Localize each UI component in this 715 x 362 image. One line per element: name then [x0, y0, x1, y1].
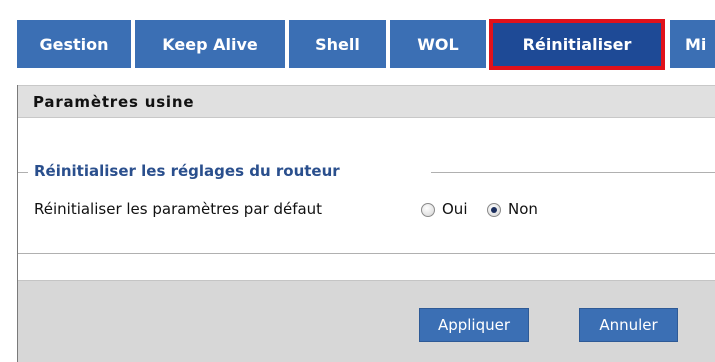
fieldset-border-left — [18, 172, 28, 173]
fieldset-border-bottom — [18, 253, 715, 254]
tab-keep-alive[interactable]: Keep Alive — [135, 20, 285, 68]
apply-button[interactable]: Appliquer — [419, 308, 529, 342]
section-title: Réinitialiser les réglages du routeur — [34, 162, 340, 180]
tab-wol[interactable]: WOL — [390, 20, 486, 68]
radio-oui[interactable] — [421, 203, 435, 217]
tab-bar: Gestion Keep Alive Shell WOL Réinitialis… — [0, 0, 715, 70]
button-bar: Appliquer Annuler — [18, 280, 715, 362]
radio-oui-label[interactable]: Oui — [442, 200, 467, 218]
radio-non[interactable] — [487, 203, 501, 217]
tab-reinitialiser[interactable]: Réinitialiser — [493, 20, 661, 68]
tab-mi[interactable]: Mi — [670, 20, 715, 68]
radio-non-label[interactable]: Non — [508, 200, 538, 218]
tab-gestion[interactable]: Gestion — [17, 20, 131, 68]
cancel-button[interactable]: Annuler — [579, 308, 678, 342]
factory-settings-panel: Paramètres usine Réinitialiser les régla… — [17, 85, 715, 362]
reset-defaults-label: Réinitialiser les paramètres par défaut — [34, 200, 323, 218]
fieldset-border-right — [431, 172, 715, 173]
tab-shell[interactable]: Shell — [289, 20, 386, 68]
panel-title: Paramètres usine — [18, 85, 715, 118]
